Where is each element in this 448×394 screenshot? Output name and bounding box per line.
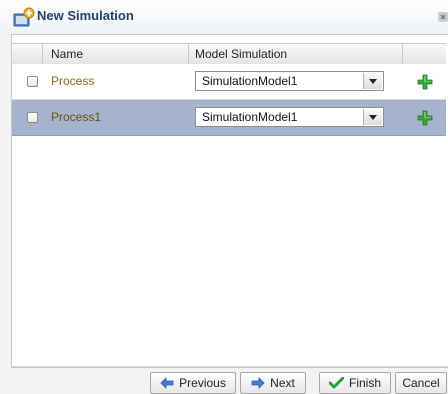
chevron-down-icon[interactable] xyxy=(363,73,382,89)
previous-label: Previous xyxy=(179,376,226,390)
dialog-title: New Simulation xyxy=(37,8,134,23)
column-divider xyxy=(188,44,189,64)
cancel-label: Cancel xyxy=(402,376,440,390)
left-arrow-icon xyxy=(160,377,174,389)
table-row-selected[interactable]: Process1 SimulationModel1 xyxy=(12,100,446,136)
footer-divider xyxy=(11,366,448,367)
dialog-titlebar: New Simulation xyxy=(0,0,448,34)
column-header-name[interactable]: Name xyxy=(51,44,83,64)
green-plus-icon[interactable] xyxy=(417,74,433,90)
finish-button[interactable]: Finish xyxy=(319,372,391,394)
table-row[interactable]: Process SimulationModel1 xyxy=(12,64,446,100)
column-header-model-simulation[interactable]: Model Simulation xyxy=(195,44,287,64)
right-arrow-icon xyxy=(251,377,265,389)
simulation-table-panel: Name Model Simulation Process Simulation… xyxy=(11,34,448,368)
row-checkbox[interactable] xyxy=(27,76,38,87)
previous-button[interactable]: Previous xyxy=(150,372,236,394)
next-label: Next xyxy=(270,376,295,390)
next-button[interactable]: Next xyxy=(240,372,306,394)
checkmark-icon xyxy=(328,377,344,389)
finish-label: Finish xyxy=(348,376,381,390)
select-value: SimulationModel1 xyxy=(202,74,298,88)
select-value: SimulationModel1 xyxy=(202,110,298,124)
table-header: Name Model Simulation xyxy=(12,43,446,65)
model-simulation-select[interactable]: SimulationModel1 xyxy=(195,107,384,127)
column-divider xyxy=(42,44,43,64)
row-name: Process xyxy=(51,74,95,88)
model-simulation-select[interactable]: SimulationModel1 xyxy=(195,71,384,91)
row-checkbox[interactable] xyxy=(27,112,38,123)
column-divider xyxy=(402,44,403,64)
new-simulation-dialog: New Simulation Name Model Simulation Pro… xyxy=(0,0,448,394)
chevron-down-icon[interactable] xyxy=(363,109,382,125)
row-name: Process1 xyxy=(51,110,102,124)
green-plus-icon[interactable] xyxy=(417,110,433,126)
close-icon[interactable] xyxy=(438,12,448,22)
cancel-button[interactable]: Cancel xyxy=(395,372,447,394)
new-simulation-icon xyxy=(13,7,35,27)
